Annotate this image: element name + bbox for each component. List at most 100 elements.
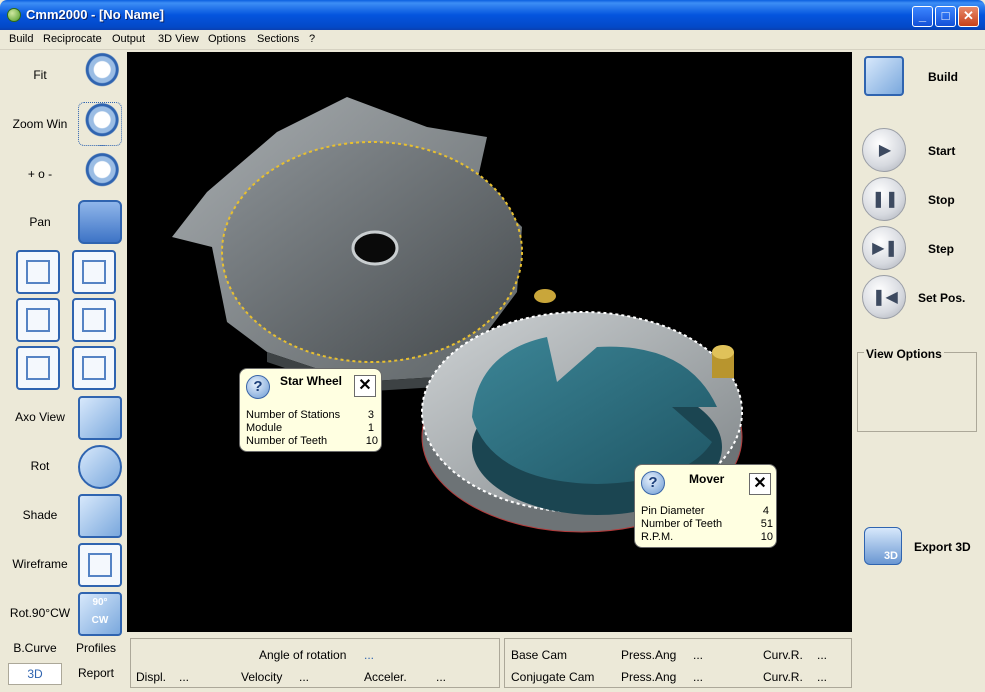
- velocity-label: Velocity: [241, 670, 283, 684]
- rot-label: Rot: [30, 459, 50, 473]
- mover-pin-value: 4: [762, 505, 769, 517]
- pin-left: [534, 289, 556, 303]
- start-label: Start: [928, 144, 956, 158]
- view-left-cube-icon[interactable]: [16, 298, 60, 342]
- menu-help[interactable]: ?: [309, 33, 315, 45]
- step-button[interactable]: ▶❚: [862, 226, 906, 270]
- angle-value: ...: [364, 648, 375, 662]
- mover-pin-label: Pin Diameter: [641, 505, 705, 517]
- rot90-badge-top: 90°: [92, 597, 108, 608]
- right-toolbar: Build ▶ Start ❚❚ Stop ▶❚ Step ❚◀ Set Pos…: [854, 52, 982, 688]
- view-right-cube-icon[interactable]: [72, 298, 116, 342]
- start-button[interactable]: ▶: [862, 128, 906, 172]
- export-3d-label: Export 3D: [914, 540, 971, 554]
- set-pos-label: Set Pos.: [918, 291, 966, 305]
- wireframe-label: Wireframe: [12, 557, 68, 571]
- star-module-label: Module: [246, 422, 283, 434]
- tab-profiles[interactable]: Profiles: [70, 641, 122, 655]
- maximize-button[interactable]: □: [935, 6, 956, 27]
- zoom-win-label: Zoom Win: [12, 117, 68, 131]
- rotate-icon[interactable]: [78, 445, 122, 489]
- star-wheel-close-icon[interactable]: ✕: [354, 375, 376, 397]
- pan-label: Pan: [29, 215, 51, 229]
- left-toolbar: Fit Zoom Win + o - Pan Axo View Rot Shad…: [4, 52, 126, 688]
- stop-label: Stop: [928, 193, 955, 207]
- axo-view-cube-icon[interactable]: [78, 396, 122, 440]
- window-title: Cmm2000 - [No Name]: [26, 7, 164, 22]
- rot90-label: Rot.90°CW: [9, 606, 71, 620]
- rot90-badge-bottom: CW: [91, 615, 109, 626]
- base-press-ang-value: ...: [693, 648, 704, 662]
- angle-label: Angle of rotation: [259, 648, 347, 662]
- acceler-label: Acceler.: [364, 670, 407, 684]
- star-stations-label: Number of Stations: [246, 409, 341, 421]
- minimize-button[interactable]: _: [912, 6, 933, 27]
- menu-sections[interactable]: Sections: [257, 33, 299, 45]
- mover-callout: ? Mover ✕ Pin Diameter 4 Number of Teeth…: [634, 464, 777, 548]
- star-stations-value: 3: [367, 409, 374, 421]
- menu-build[interactable]: Build: [9, 33, 33, 45]
- tab-3d[interactable]: 3D: [8, 663, 62, 685]
- mover-title: Mover: [689, 472, 725, 486]
- export-3d-icon[interactable]: 3D: [864, 527, 902, 565]
- menu-3d-view[interactable]: 3D View: [158, 33, 199, 45]
- displ-value: ...: [179, 670, 190, 684]
- view-bottom-cube-icon[interactable]: [72, 346, 116, 390]
- conj-press-ang-value: ...: [693, 670, 704, 684]
- center-hole: [351, 230, 399, 266]
- star-teeth-value: 10: [365, 435, 378, 447]
- mover-teeth-value: 51: [760, 518, 773, 530]
- pan-arrows-icon[interactable]: [78, 200, 122, 244]
- close-button[interactable]: ✕: [958, 6, 979, 27]
- axo-view-label: Axo View: [15, 410, 65, 424]
- set-pos-button[interactable]: ❚◀: [862, 275, 906, 319]
- star-module-value: 1: [367, 422, 374, 434]
- velocity-value: ...: [299, 670, 310, 684]
- base-press-ang-label: Press.Ang: [621, 648, 677, 662]
- build-cube-icon[interactable]: [864, 56, 904, 96]
- tab-report[interactable]: Report: [70, 666, 122, 680]
- help-question-icon: ?: [246, 375, 270, 399]
- app-icon[interactable]: [7, 8, 21, 22]
- view-options-title: View Options: [864, 347, 944, 361]
- wireframe-cube-icon[interactable]: [78, 543, 122, 587]
- star-wheel-callout: ? Star Wheel ✕ Number of Stations 3 Modu…: [239, 368, 382, 452]
- view-back-cube-icon[interactable]: [72, 250, 116, 294]
- view-top-cube-icon[interactable]: [16, 346, 60, 390]
- mover-teeth-label: Number of Teeth: [641, 518, 723, 530]
- play-icon: ▶: [878, 142, 892, 159]
- menu-output[interactable]: Output: [112, 33, 145, 45]
- conj-press-ang-label: Press.Ang: [621, 670, 677, 684]
- menu-options[interactable]: Options: [208, 33, 246, 45]
- rotate-90-cw-icon[interactable]: 90° CW: [78, 592, 122, 636]
- pause-icon: ❚❚: [871, 191, 899, 208]
- tab-bcurve[interactable]: B.Curve: [10, 641, 60, 655]
- base-curv-label: Curv.R.: [763, 648, 803, 662]
- menu-reciprocate[interactable]: Reciprocate: [43, 33, 102, 45]
- pin-right: [712, 345, 734, 359]
- zoom-window-icon[interactable]: [78, 102, 122, 146]
- shade-cube-icon[interactable]: [78, 494, 122, 538]
- mover-close-icon[interactable]: ✕: [749, 473, 771, 495]
- view-options-group: View Options: [857, 347, 977, 432]
- zoom-in-out-icon[interactable]: [78, 152, 122, 196]
- stop-button[interactable]: ❚❚: [862, 177, 906, 221]
- mover-rpm-value: 10: [760, 531, 773, 543]
- view-front-cube-icon[interactable]: [16, 250, 60, 294]
- star-teeth-label: Number of Teeth: [246, 435, 328, 447]
- title-bar[interactable]: Cmm2000 - [No Name] _ □ ✕: [0, 0, 985, 30]
- conj-curv-label: Curv.R.: [763, 670, 803, 684]
- fit-magnifier-icon[interactable]: [78, 52, 122, 96]
- motion-panel: Angle of rotation ... Displ. ... Velocit…: [130, 638, 500, 688]
- mover-rpm-label: R.P.M.: [641, 531, 674, 543]
- help-question-icon: ?: [641, 471, 665, 495]
- base-cam-label: Base Cam: [511, 648, 568, 662]
- displ-label: Displ.: [136, 670, 167, 684]
- acceler-value: ...: [436, 670, 447, 684]
- menu-bar: Build Reciprocate Output 3D View Options…: [0, 30, 985, 50]
- build-label: Build: [928, 70, 958, 84]
- zoom-plus-minus-label: + o -: [27, 167, 53, 181]
- base-curv-value: ...: [817, 648, 828, 662]
- conj-cam-label: Conjugate Cam: [511, 670, 595, 684]
- shade-label: Shade: [22, 508, 58, 522]
